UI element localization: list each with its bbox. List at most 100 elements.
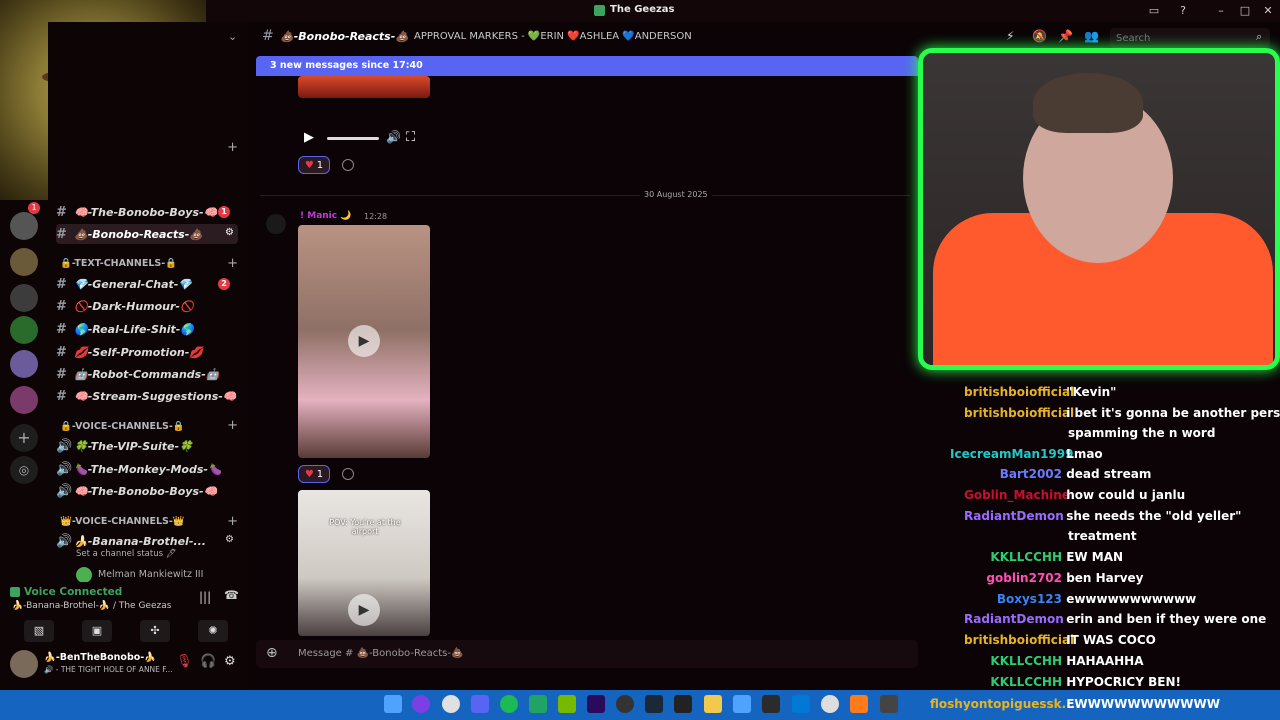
inbox-icon[interactable]: ▭ xyxy=(1146,3,1162,19)
user-status[interactable]: 🔊 - THE TIGHT HOLE OF ANNE F... xyxy=(44,665,173,674)
chrome-icon[interactable] xyxy=(442,695,460,713)
avatar[interactable] xyxy=(76,567,92,583)
heart-reaction[interactable]: ♥ 1 xyxy=(298,465,330,483)
volume-icon[interactable]: 🔊 xyxy=(386,130,401,144)
voice-channel-item[interactable]: 🔊 🍀-The-VIP-Suite-🍀 xyxy=(56,436,238,456)
mute-icon[interactable]: 🎙 xyxy=(176,654,193,669)
category-header[interactable]: 🔒-VOICE-CHANNELS-🔒 xyxy=(60,421,185,432)
channel-topic[interactable]: APPROVAL MARKERS - 💚ERIN ❤️ASHLEA 💙ANDER… xyxy=(414,31,692,42)
app-icon[interactable] xyxy=(821,695,839,713)
avatar[interactable] xyxy=(10,650,38,678)
channel-label: 💩-Bonobo-Reacts-💩 xyxy=(74,227,203,241)
channel-item[interactable]: # 💎-General-Chat-💎 2 xyxy=(56,274,238,294)
play-icon[interactable]: ▶ xyxy=(304,130,314,145)
server-icon[interactable] xyxy=(10,350,38,378)
channel-item[interactable]: # 🤖-Robot-Commands-🤖 xyxy=(56,364,238,384)
notification-mute-icon[interactable]: 🔕 xyxy=(1032,29,1047,43)
search-input[interactable] xyxy=(1110,28,1270,48)
premiere-icon[interactable] xyxy=(587,695,605,713)
start-icon[interactable] xyxy=(384,695,402,713)
app-icon[interactable] xyxy=(762,695,780,713)
settings-gear-icon[interactable]: ⚙ xyxy=(225,534,234,545)
chevron-down-icon[interactable]: ⌄ xyxy=(228,30,237,43)
message-input[interactable]: Message # 💩-Bonobo-Reacts-💩 xyxy=(298,648,463,659)
maximize-button[interactable]: □ xyxy=(1237,3,1253,19)
voice-channel-item[interactable]: 🔊 🍆-The-Monkey-Mods-🍆 xyxy=(56,459,238,479)
app-icon[interactable] xyxy=(529,695,547,713)
threads-icon[interactable]: ⚡ xyxy=(1006,29,1014,43)
discover-icon[interactable]: ◎ xyxy=(10,456,38,484)
channel-item[interactable]: # 🧠-Stream-Suggestions-🧠 xyxy=(56,386,238,406)
pin-icon[interactable]: 📌 xyxy=(1058,29,1073,43)
username[interactable]: 🍌-BenTheBonobo-🍌 xyxy=(44,652,156,663)
screen-share-button[interactable]: ▣ xyxy=(82,620,112,642)
channel-item[interactable]: # 🌎-Real-Life-Shit-🌎 xyxy=(56,319,238,339)
message-author[interactable]: ! Manic 🌙 xyxy=(300,211,351,221)
add-attachment-icon[interactable]: ⊕ xyxy=(266,645,278,661)
channel-item-active[interactable]: # 💩-Bonobo-Reacts-💩 ⚙ xyxy=(56,224,238,244)
chat-username: KKLLCCHH xyxy=(990,675,1062,689)
app-icon[interactable] xyxy=(850,695,868,713)
speaker-icon: 🔊 xyxy=(56,461,73,477)
server-icon[interactable] xyxy=(10,248,38,276)
app-icon[interactable] xyxy=(412,695,430,713)
category-header[interactable]: 🔒-TEXT-CHANNELS-🔒 xyxy=(60,258,177,269)
add-channel-icon[interactable]: + xyxy=(227,256,238,271)
deafen-icon[interactable]: 🎧 xyxy=(200,654,216,669)
member-list-icon[interactable]: 👥 xyxy=(1084,29,1099,43)
channel-item[interactable]: # 🧠-The-Bonobo-Boys-🧠 1 xyxy=(56,202,238,222)
avatar[interactable] xyxy=(266,214,286,234)
voice-location[interactable]: 🍌-Banana-Brothel-🍌 / The Geezas xyxy=(12,601,171,611)
app-icon[interactable] xyxy=(880,695,898,713)
nvidia-icon[interactable] xyxy=(558,695,576,713)
add-channel-icon[interactable]: + xyxy=(227,140,238,155)
settings-gear-icon[interactable]: ⚙ xyxy=(225,227,234,238)
folder-icon[interactable] xyxy=(704,695,722,713)
category-header[interactable]: 👑-VOICE-CHANNELS-👑 xyxy=(60,516,185,527)
play-icon[interactable]: ▶ xyxy=(348,594,380,626)
voice-channel-active[interactable]: 🔊 🍌-Banana-Brothel-... ⚙ xyxy=(56,531,238,551)
new-messages-bar[interactable]: 3 new messages since 17:40 xyxy=(256,56,918,76)
play-icon[interactable]: ▶ xyxy=(348,325,380,357)
chat-username: RadiantDemon xyxy=(964,612,1064,626)
channel-item[interactable]: # 🚫-Dark-Humour-🚫 xyxy=(56,296,238,316)
heart-reaction[interactable]: ♥ 1 xyxy=(298,156,330,174)
signal-icon[interactable] xyxy=(10,587,20,597)
server-icon[interactable] xyxy=(10,386,38,414)
activities-button[interactable]: ✣ xyxy=(140,620,170,642)
close-button[interactable]: ✕ xyxy=(1260,3,1276,19)
epic-icon[interactable] xyxy=(674,695,692,713)
fullscreen-icon[interactable]: ⛶ xyxy=(406,130,415,145)
help-icon[interactable]: ? xyxy=(1175,3,1191,19)
chat-username: RadiantDemon xyxy=(964,509,1064,523)
video-attachment[interactable] xyxy=(298,76,430,98)
video-progress-bar[interactable] xyxy=(327,137,379,140)
user-settings-icon[interactable]: ⚙ xyxy=(224,654,236,669)
channel-status[interactable]: Set a channel status 🖊 xyxy=(76,549,177,559)
voice-member-name[interactable]: Melman Mankiewitz III xyxy=(98,569,203,580)
server-icon[interactable] xyxy=(10,212,38,240)
notepad-icon[interactable] xyxy=(733,695,751,713)
video-attachment[interactable]: ▶ xyxy=(298,225,430,458)
video-attachment[interactable]: POV: You're at the airport ▶ xyxy=(298,490,430,636)
disconnect-icon[interactable]: ☎ xyxy=(224,588,239,602)
server-icon[interactable] xyxy=(10,284,38,312)
server-icon[interactable] xyxy=(10,316,38,344)
discord-icon[interactable] xyxy=(471,695,489,713)
add-reaction-icon[interactable] xyxy=(342,159,354,171)
camera-off-button[interactable]: ▧ xyxy=(24,620,54,642)
message-composer: ⊕ Message # 💩-Bonobo-Reacts-💩 xyxy=(256,640,918,668)
outlook-icon[interactable] xyxy=(792,695,810,713)
soundboard-button[interactable]: ✺ xyxy=(198,620,228,642)
obs-icon[interactable] xyxy=(616,695,634,713)
add-reaction-icon[interactable] xyxy=(342,468,354,480)
voice-channel-item[interactable]: 🔊 🧠-The-Bonobo-Boys-🧠 xyxy=(56,481,238,501)
noise-suppression-icon[interactable]: ||| xyxy=(199,590,211,604)
add-server-icon[interactable]: + xyxy=(10,424,38,452)
channel-item[interactable]: # 💋-Self-Promotion-💋 xyxy=(56,342,238,362)
spotify-icon[interactable] xyxy=(500,695,518,713)
add-channel-icon[interactable]: + xyxy=(227,514,238,529)
minimize-button[interactable]: – xyxy=(1213,3,1229,19)
steam-icon[interactable] xyxy=(645,695,663,713)
add-channel-icon[interactable]: + xyxy=(227,418,238,433)
